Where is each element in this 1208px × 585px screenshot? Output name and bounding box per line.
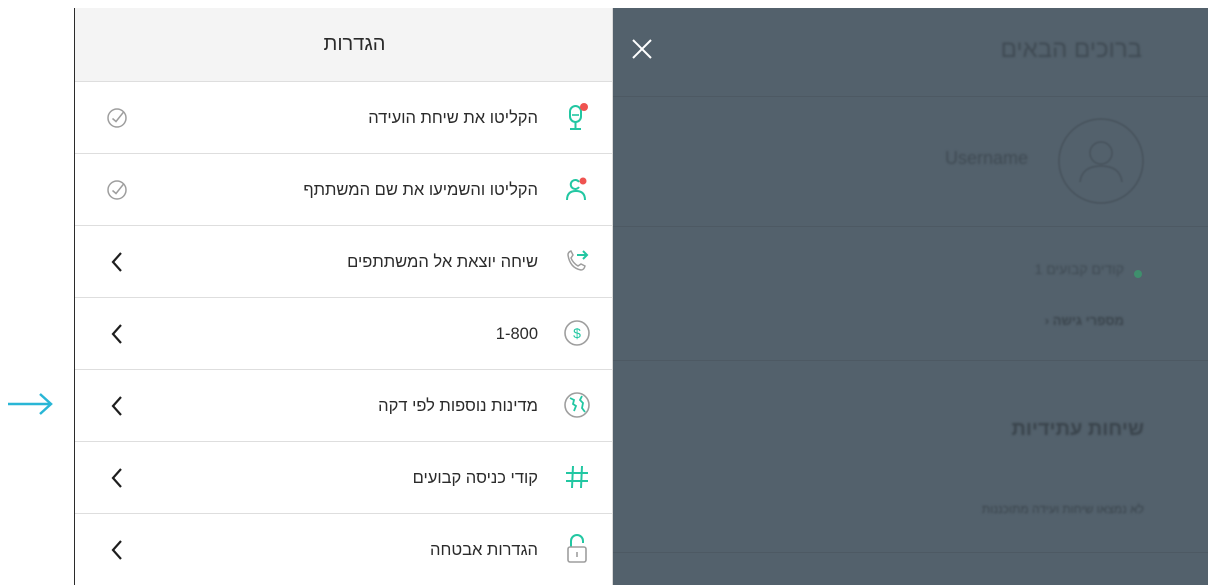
settings-header: הגדרות (75, 8, 612, 82)
chevron-left-icon[interactable] (103, 392, 131, 420)
setting-record-conference[interactable]: הקליטו את שיחת הועידה (75, 82, 612, 154)
setting-label: שיחה יוצאת אל המשתתפים (347, 253, 538, 271)
setting-security[interactable]: הגדרות אבטחה (75, 514, 612, 585)
hash-icon (560, 460, 594, 494)
chevron-left-icon[interactable] (103, 536, 131, 564)
background-access-codes: קודים קבועים 1 (1034, 261, 1124, 277)
setting-label: הקליטו את שיחת הועידה (368, 109, 538, 127)
unlocked-padlock-icon (560, 532, 594, 566)
screen: הגדרות הקליטו את שיחת הועידה הקליטו והשמ… (0, 0, 1208, 585)
background-divider (613, 96, 1208, 97)
chevron-left-icon[interactable] (103, 320, 131, 348)
settings-panel: הגדרות הקליטו את שיחת הועידה הקליטו והשמ… (74, 8, 613, 585)
setting-outgoing-call[interactable]: שיחה יוצאת אל המשתתפים (75, 226, 612, 298)
setting-additional-countries[interactable]: מדינות נוספות לפי דקה (75, 370, 612, 442)
globe-icon (560, 388, 594, 422)
setting-label: הגדרות אבטחה (430, 541, 538, 559)
checkmark-circle-icon[interactable] (103, 176, 131, 204)
setting-record-participant-name[interactable]: הקליטו והשמיעו את שם המשתתף (75, 154, 612, 226)
outgoing-call-icon (560, 244, 594, 278)
chevron-left-icon[interactable] (103, 464, 131, 492)
background-divider (613, 552, 1208, 553)
background-welcome-title: ברוכים הבאים (1000, 36, 1142, 63)
checkmark-circle-icon[interactable] (103, 104, 131, 132)
record-participant-name-icon (560, 172, 594, 206)
background-divider (613, 226, 1208, 227)
background-username: Username (944, 148, 1028, 168)
setting-label: 1-800 (495, 325, 538, 343)
settings-list: הקליטו את שיחת הועידה הקליטו והשמיעו את … (75, 82, 612, 585)
background-no-calls-text: לא נמצאו שיחות ועידה מתוכננות (981, 502, 1144, 516)
record-conference-mic-icon (560, 100, 594, 134)
background-future-calls-title: שיחות עתידיות (1011, 418, 1144, 440)
background-access-numbers-link: מספרי גישה ‹ (1044, 313, 1124, 328)
background-divider (613, 360, 1208, 361)
setting-fixed-access-codes[interactable]: קודי כניסה קבועים (75, 442, 612, 514)
settings-title: הגדרות (323, 33, 386, 55)
status-dot (1134, 270, 1142, 278)
setting-label: קודי כניסה קבועים (412, 469, 538, 487)
setting-label: מדינות נוספות לפי דקה (378, 397, 538, 415)
avatar (1058, 118, 1144, 204)
dollar-circle-icon: $ (560, 316, 594, 350)
setting-1800[interactable]: $ 1-800 (75, 298, 612, 370)
annotation-arrow-icon (8, 393, 53, 415)
close-icon[interactable] (627, 34, 657, 64)
setting-label: הקליטו והשמיעו את שם המשתתף (303, 181, 538, 199)
chevron-left-icon[interactable] (103, 248, 131, 276)
dimmed-background-overlay[interactable]: ברוכים הבאים Username קודים קבועים 1 מספ… (613, 8, 1208, 585)
svg-text:$: $ (573, 325, 581, 341)
